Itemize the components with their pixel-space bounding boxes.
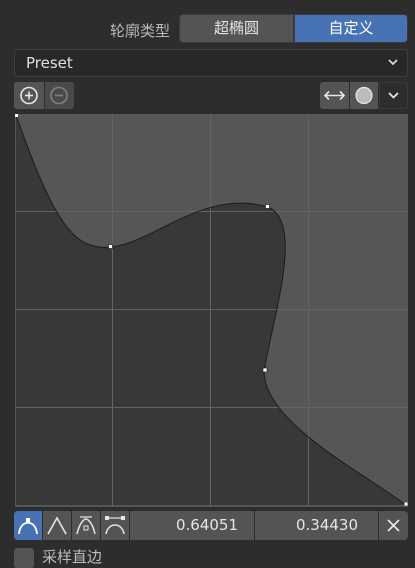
vector-handle-icon bbox=[47, 516, 67, 535]
auto-handle-icon bbox=[18, 518, 38, 535]
point-y-field[interactable]: 0.34430 bbox=[255, 511, 378, 540]
aligned-handle-icon bbox=[105, 516, 125, 535]
curve-point[interactable] bbox=[265, 204, 270, 209]
view-tools-group bbox=[320, 82, 408, 109]
reset-view-button[interactable] bbox=[350, 82, 378, 109]
handle-auto-button[interactable] bbox=[14, 511, 42, 540]
delete-point-button[interactable] bbox=[379, 511, 408, 540]
zoom-out-icon bbox=[50, 86, 68, 105]
point-x-field[interactable]: 0.64051 bbox=[130, 511, 254, 540]
handle-aligned-button[interactable] bbox=[101, 511, 129, 540]
handle-vector-button[interactable] bbox=[43, 511, 71, 540]
zoom-out-button[interactable] bbox=[45, 82, 74, 109]
chevron-down-icon bbox=[388, 92, 399, 99]
preset-label: Preset bbox=[26, 54, 73, 72]
profile-type-label: 轮廓类型 bbox=[109, 22, 170, 40]
sample-straight-edges-checkbox[interactable] bbox=[14, 548, 34, 568]
zoom-in-button[interactable] bbox=[14, 82, 44, 109]
zoom-in-icon bbox=[20, 86, 38, 105]
profile-curve-graph[interactable] bbox=[14, 113, 409, 508]
curve-point[interactable] bbox=[404, 502, 408, 506]
zoom-group bbox=[14, 82, 74, 109]
flip-button[interactable] bbox=[320, 82, 349, 109]
profile-type-row: 轮廓类型 超椭圆 自定义 bbox=[0, 14, 415, 44]
free-handle-icon bbox=[76, 516, 96, 535]
handle-free-button[interactable] bbox=[72, 511, 100, 540]
chevron-down-icon bbox=[385, 54, 401, 70]
profile-type-custom[interactable]: 自定义 bbox=[294, 14, 408, 43]
preset-dropdown[interactable]: Preset bbox=[14, 49, 408, 77]
curve-point[interactable] bbox=[15, 114, 18, 117]
curve-menu-button[interactable] bbox=[379, 82, 408, 109]
sample-straight-edges-label: 采样直边 bbox=[42, 548, 103, 566]
close-icon bbox=[387, 519, 400, 532]
horizontal-arrows-icon bbox=[323, 90, 346, 101]
curve-point[interactable] bbox=[108, 244, 113, 249]
circle-dot-icon bbox=[355, 86, 373, 105]
profile-type-superellipse[interactable]: 超椭圆 bbox=[179, 14, 294, 43]
curve-point[interactable] bbox=[262, 367, 268, 373]
